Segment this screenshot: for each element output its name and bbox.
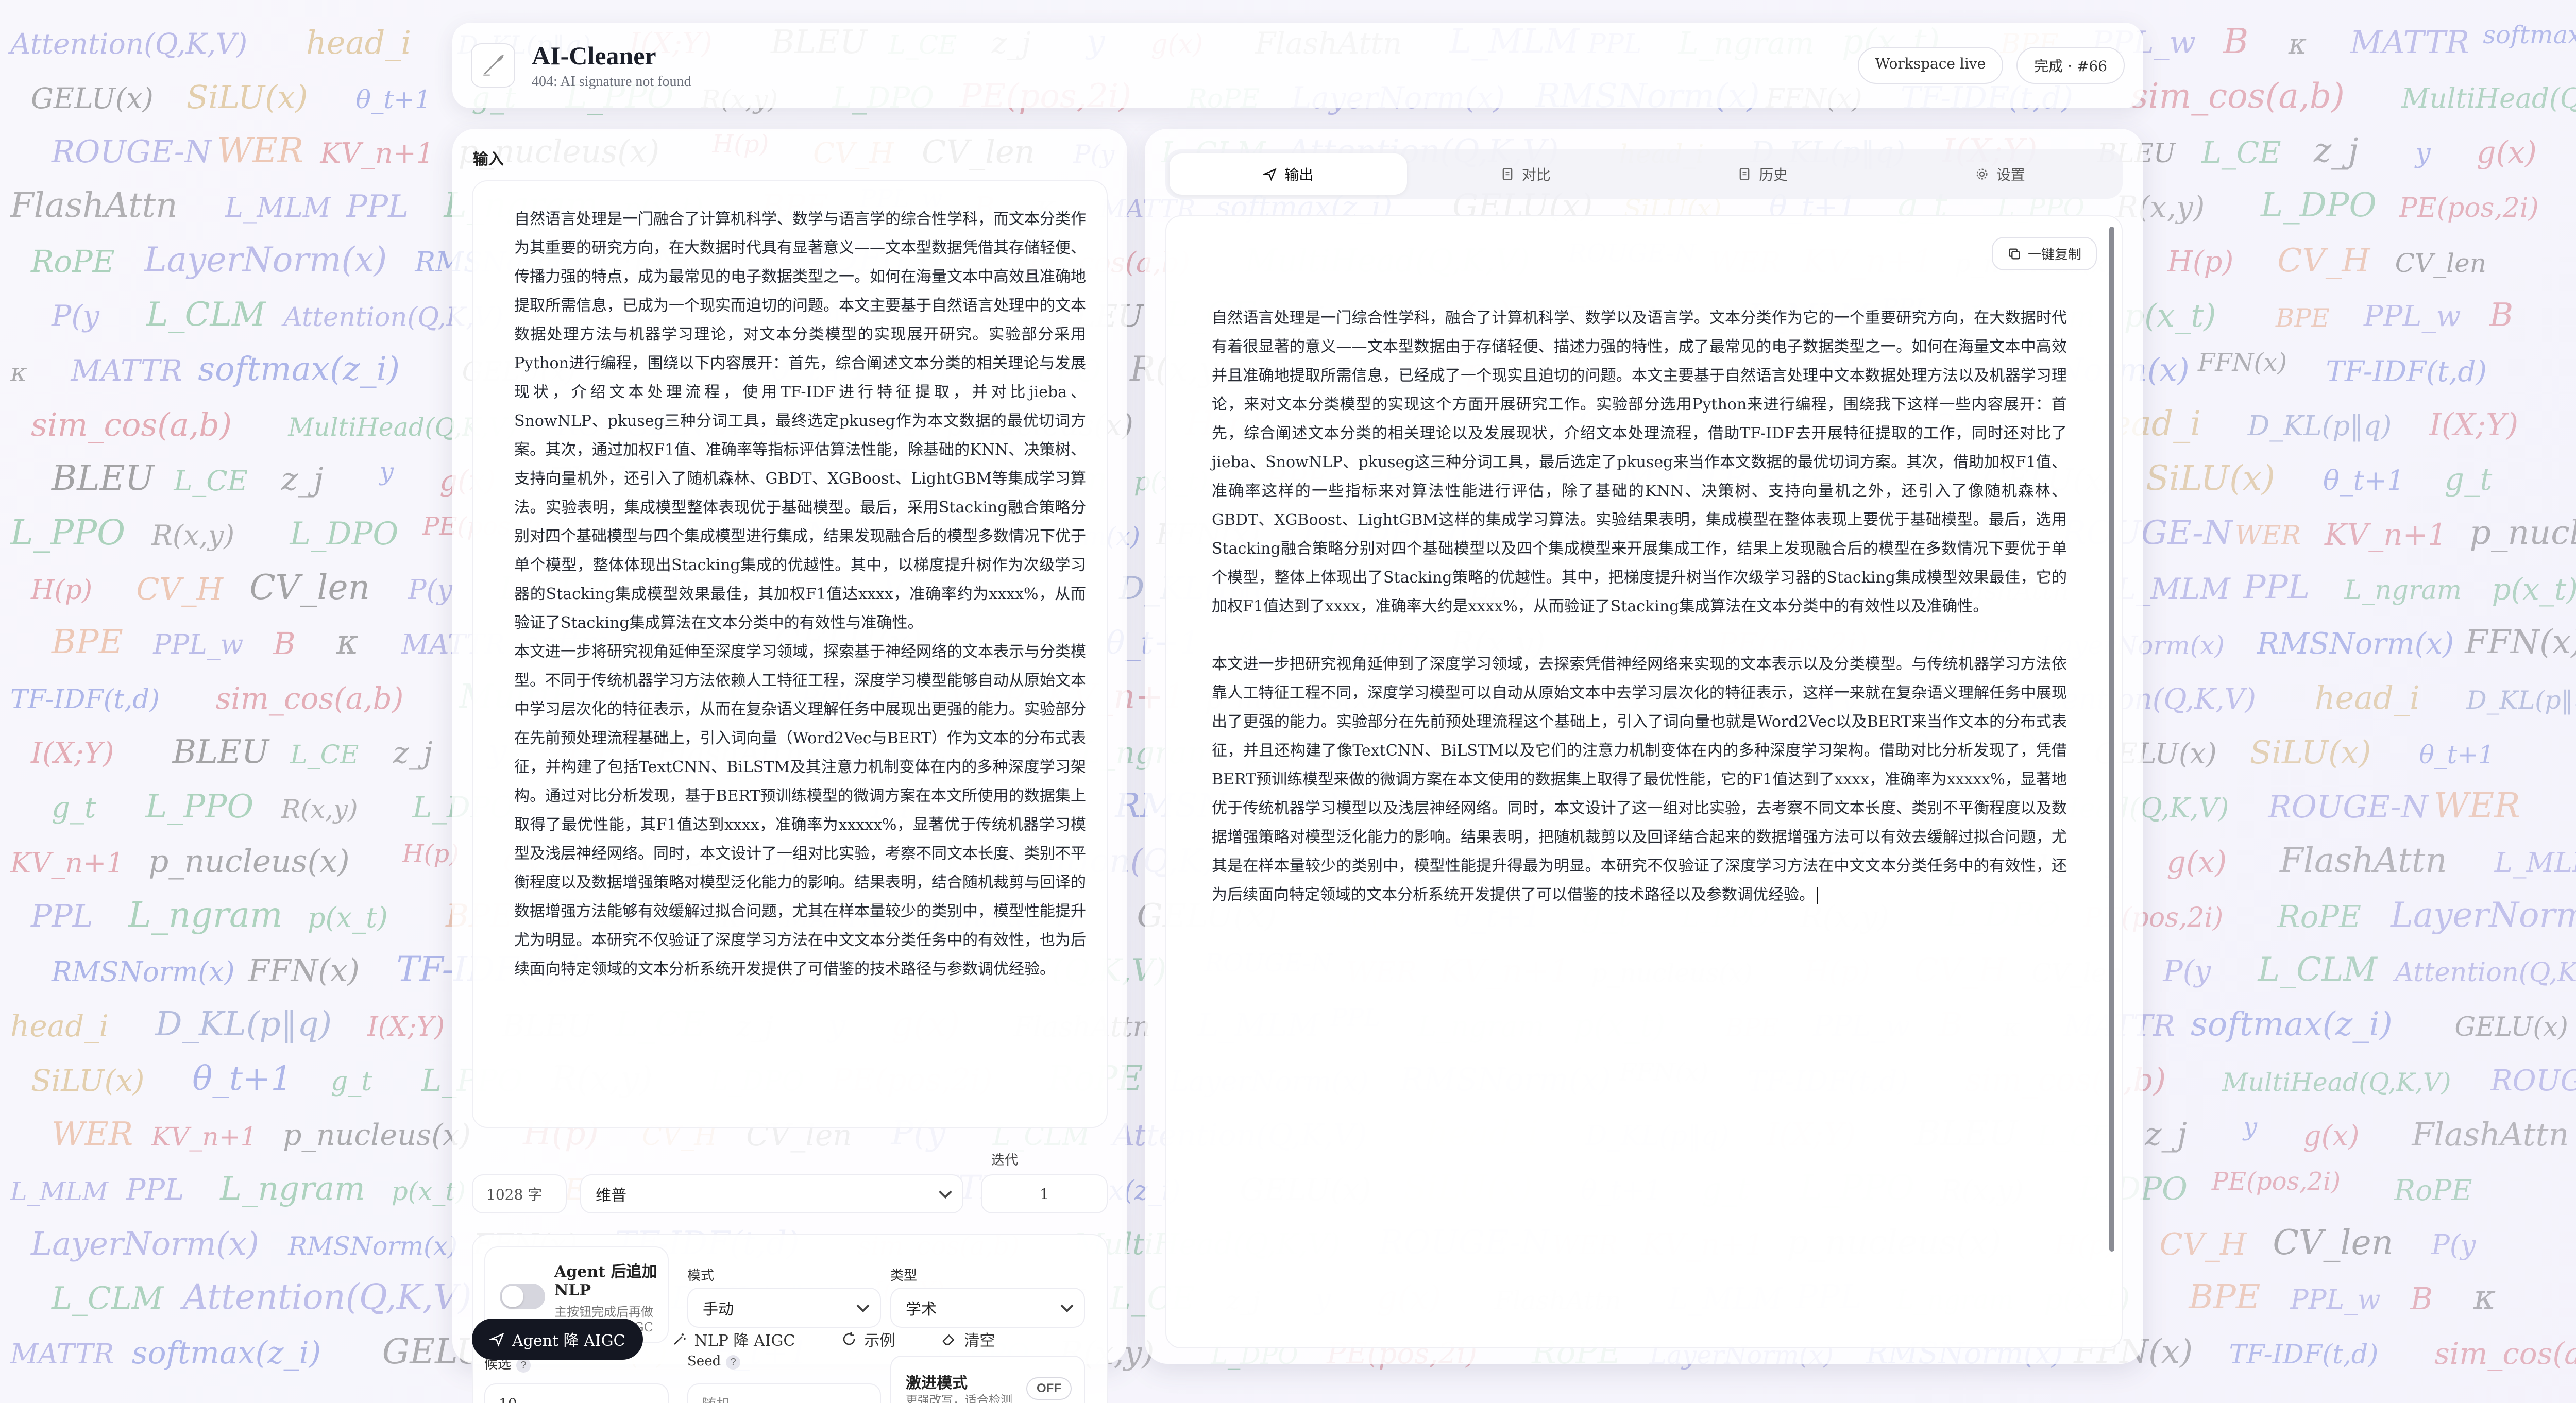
example-label: 示例 [864,1332,895,1350]
input-paragraph: 本文进一步将研究视角延伸至深度学习领域，探索基于神经网络的文本表示与分类模型。不… [514,643,1086,978]
nlp-reduce-button[interactable]: NLP 降 AIGC [654,1319,813,1360]
detector-select[interactable]: 维普 [580,1174,963,1213]
input-textarea[interactable]: 自然语言处理是一门融合了计算机科学、数学与语言学的综合性学科，而文本分类作为其重… [472,180,1108,1128]
output-tabs: 输出 对比 历史 设置 [1165,149,2123,199]
app-subtitle: 404: AI signature not found [532,74,691,90]
wand-icon [673,1333,686,1345]
done-status-pill: 完成 · #66 [2016,47,2125,84]
radical-mode-title: 激进模式 [906,1374,968,1392]
action-buttons: Agent 降 AIGC NLP 降 AIGC 示例 清空 [472,1319,1012,1360]
type-label: 类型 [890,1268,918,1284]
clear-label: 清空 [964,1332,995,1350]
radical-mode-desc: 更强改写，适合检测压力高的文本 [906,1394,1012,1403]
output-scrollbar[interactable] [2109,227,2114,1252]
detector-select-value: 维普 [596,1187,626,1205]
workspace-status-pill: Workspace live [1857,47,2004,84]
app-logo [471,43,515,88]
agent-reduce-button[interactable]: Agent 降 AIGC [472,1319,643,1360]
copy-icon [2009,248,2020,259]
chevron-down-icon [939,1185,952,1199]
chevron-down-icon [856,1299,870,1313]
nlp-reduce-label: NLP 降 AIGC [694,1332,795,1350]
app-title: AI-Cleaner [532,41,656,70]
help-icon[interactable]: ? [516,1358,531,1373]
tab-history[interactable]: 历史 [1644,153,1882,195]
mode-label: 模式 [687,1268,715,1284]
agent-reduce-label: Agent 降 AIGC [512,1332,625,1350]
copy-all-label: 一键复制 [2027,247,2081,263]
gear-icon [1976,168,1988,180]
input-panel-label: 输入 [473,151,504,168]
refresh-icon [843,1332,855,1345]
output-panel: 输出 对比 历史 设置 一键复制 自然语言处理是一门综合性学科，融合了计算机科学… [1145,129,2143,1364]
document-icon [1739,168,1750,180]
output-area[interactable]: 一键复制 自然语言处理是一门综合性学科，融合了计算机科学、数学以及语言学。文本分… [1165,215,2123,1348]
tab-history-label: 历史 [1759,166,1788,183]
example-button[interactable]: 示例 [824,1319,912,1360]
output-text: 自然语言处理是一门综合性学科，融合了计算机科学、数学以及语言学。文本分类作为它的… [1212,304,2067,938]
app-header: AI-Cleaner 404: AI signature not found W… [452,23,2143,108]
quill-icon [483,54,504,76]
agent-nlp-toggle-title: Agent 后追加 NLP [554,1263,657,1299]
send-icon [489,1332,504,1347]
output-paragraph: 自然语言处理是一门综合性学科，融合了计算机科学、数学以及语言学。文本分类作为它的… [1212,309,2067,615]
eraser-icon [942,1334,955,1345]
tab-compare[interactable]: 对比 [1407,153,1645,195]
tab-compare-label: 对比 [1521,166,1551,183]
output-paragraph-text: 本文进一步把研究视角延伸到了深度学习领域，去探索凭借神经网络来实现的文本表示以及… [1212,655,2067,904]
radical-mode-card: 激进模式 更强改写，适合检测压力高的文本 OFF [890,1356,1085,1403]
send-icon [1263,168,1277,181]
tab-output-label: 输出 [1284,166,1314,183]
tab-settings-label: 设置 [1996,166,2025,183]
candidates-input[interactable]: 10 [484,1383,669,1403]
copy-all-button[interactable]: 一键复制 [1991,237,2097,270]
input-panel: 输入 自然语言处理是一门融合了计算机科学、数学与语言学的综合性学科，而文本分类作… [452,129,1127,1403]
text-caret [1817,887,1818,904]
output-paragraph-last: 本文进一步把研究视角延伸到了深度学习领域，去探索凭借神经网络来实现的文本表示以及… [1212,650,2067,910]
seed-input[interactable]: 随机 [687,1383,881,1403]
type-select-value: 学术 [906,1301,937,1319]
iterations-label: 迭代 [991,1153,1019,1168]
input-paragraph: 自然语言处理是一门融合了计算机科学、数学与语言学的综合性学科，而文本分类作为其重… [514,210,1086,632]
radical-mode-toggle[interactable]: OFF [1026,1377,1072,1400]
document-icon [1502,168,1513,180]
iterations-input[interactable]: 1 [981,1174,1108,1213]
mode-select-value: 手动 [703,1301,734,1319]
chevron-down-icon [1060,1299,1074,1313]
agent-nlp-toggle[interactable] [500,1284,545,1309]
char-count: 1028 字 [472,1174,567,1213]
input-controls-row: 1028 字 维普 迭代 1 [472,1153,1108,1216]
tab-settings[interactable]: 设置 [1882,153,2119,195]
tab-output[interactable]: 输出 [1170,153,1407,195]
clear-button[interactable]: 清空 [924,1319,1012,1360]
